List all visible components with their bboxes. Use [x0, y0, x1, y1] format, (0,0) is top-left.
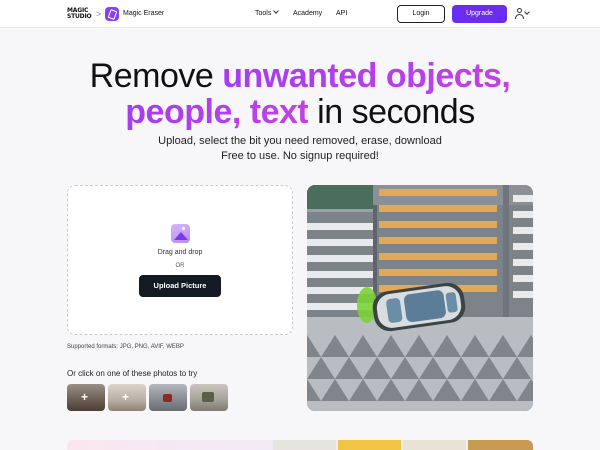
hero-title-highlight-2: people, text: [125, 93, 309, 131]
plus-icon: +: [81, 390, 89, 404]
sample-photo-3[interactable]: [149, 384, 187, 411]
breadcrumb-separator: >: [96, 9, 102, 19]
hero-title-pre: Remove: [89, 57, 214, 95]
drag-drop-text: Drag and drop: [157, 249, 203, 256]
hero-title-highlight-1: unwanted objects,: [222, 57, 511, 95]
supported-formats: Supported formats: JPG, PNG, AVIF, WEBP: [67, 344, 184, 350]
sample-photo-1[interactable]: +: [67, 384, 105, 411]
hero-subtitle-line-2: Free to use. No signup required!: [221, 150, 379, 162]
sample-photos-label: Or click on one of these photos to try: [67, 369, 198, 378]
example-thumb-1: [273, 440, 336, 450]
plus-icon: +: [122, 390, 130, 404]
top-header: MAGIC STUDIO > Magic Eraser Tools Academ…: [0, 0, 600, 28]
magic-studio-logo[interactable]: MAGIC STUDIO: [67, 7, 92, 22]
nav-tools-label: Tools: [255, 10, 272, 17]
example-thumb-3: [403, 440, 466, 450]
demo-illustration: [307, 185, 533, 411]
sample-photo-2[interactable]: +: [108, 384, 146, 411]
hero-subtitle-line-1: Upload, select the bit you need removed,…: [158, 135, 442, 147]
hero-title: Remove unwanted objects, people, text in…: [0, 58, 600, 130]
product-name[interactable]: Magic Eraser: [123, 10, 164, 17]
examples-strip: [67, 440, 533, 450]
hero-title-post: in seconds: [317, 93, 475, 131]
demo-image-crosswalk-car: [307, 185, 533, 411]
user-icon[interactable]: [514, 8, 525, 20]
nav-academy[interactable]: Academy: [293, 10, 322, 17]
nav-tools[interactable]: Tools: [255, 8, 280, 17]
logo-line-2: STUDIO: [67, 13, 92, 21]
upload-dropzone[interactable]: Drag and drop OR Upload Picture: [67, 185, 293, 335]
sample-photo-4[interactable]: [190, 384, 228, 411]
image-icon: [171, 224, 190, 243]
or-text: OR: [175, 263, 185, 269]
hero-subtitle: Upload, select the bit you need removed,…: [0, 134, 600, 164]
example-thumb-2: [338, 440, 401, 450]
chevron-down-icon: [273, 8, 280, 14]
magic-eraser-icon: [105, 7, 119, 21]
chevron-down-icon[interactable]: [524, 9, 530, 15]
upload-picture-button[interactable]: Upload Picture: [139, 275, 221, 297]
example-thumb-4: [468, 440, 533, 450]
nav-api[interactable]: API: [336, 10, 347, 17]
login-button[interactable]: Login: [397, 5, 445, 23]
upgrade-button[interactable]: Upgrade: [452, 5, 507, 23]
